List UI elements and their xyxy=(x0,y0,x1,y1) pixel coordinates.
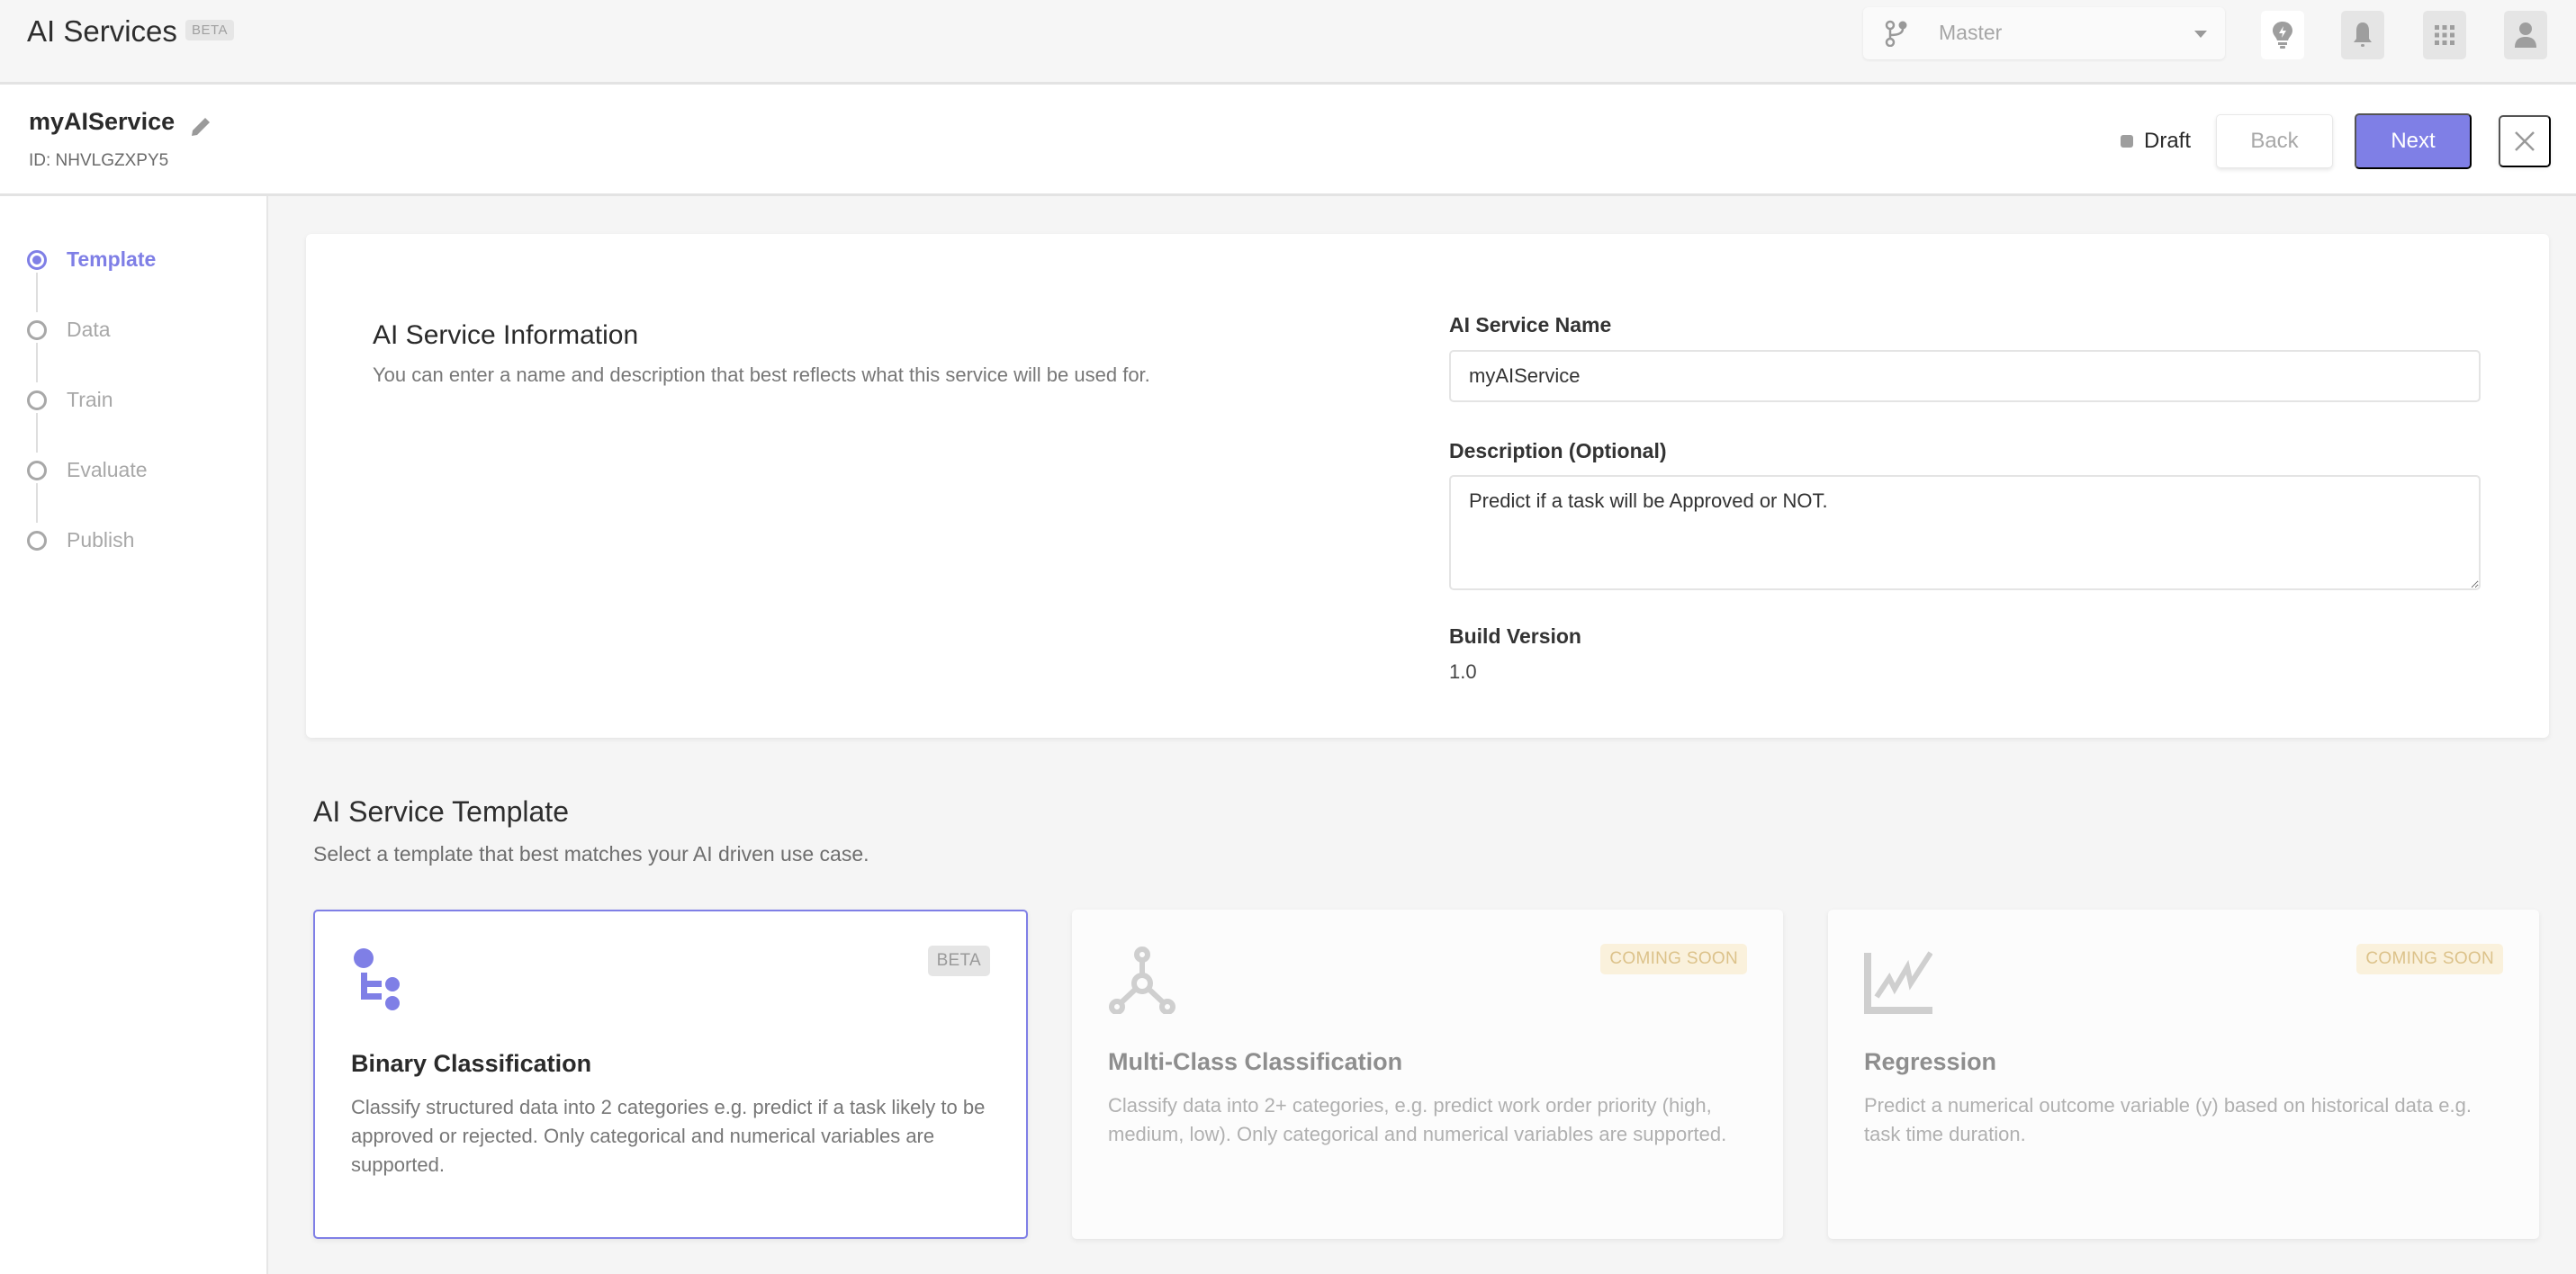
beta-badge: BETA xyxy=(185,20,235,40)
service-header: myAIService ID: NHVLGZXPY5 Draft Back Ne… xyxy=(0,85,2576,196)
section-description: You can enter a name and description tha… xyxy=(373,363,1150,386)
apps-grid-button[interactable] xyxy=(2423,11,2466,59)
lightbulb-icon xyxy=(2273,22,2292,49)
template-description: Predict a numerical outcome variable (y)… xyxy=(1864,1094,2472,1145)
status-label: Draft xyxy=(2144,129,2192,153)
service-info-card: AI Service Information You can enter a n… xyxy=(306,234,2549,738)
template-card-multi-class[interactable]: COMING SOON Multi-Class Classification C… xyxy=(1072,910,1783,1239)
build-version-value: 1.0 xyxy=(1449,660,1477,683)
status-badge: Draft xyxy=(2121,129,2191,154)
template-section-subtitle: Select a template that best matches your… xyxy=(313,842,869,866)
template-section-title: AI Service Template xyxy=(313,795,569,828)
step-label: Evaluate xyxy=(67,458,148,481)
status-dot-icon xyxy=(2121,135,2133,148)
git-branch-icon xyxy=(1885,20,1907,47)
step-data[interactable]: Data xyxy=(27,318,111,342)
apps-grid-icon xyxy=(2435,25,2454,45)
bell-icon xyxy=(2354,22,2372,47)
app-title: AI Services xyxy=(27,14,177,48)
close-icon xyxy=(2515,131,2535,151)
description-field-label: Description (Optional) xyxy=(1449,439,1667,462)
template-description: Classify structured data into 2 categori… xyxy=(351,1096,986,1176)
step-circle-icon xyxy=(27,530,47,551)
name-field-label: AI Service Name xyxy=(1449,313,1612,336)
step-connector xyxy=(36,273,38,312)
coming-soon-badge: COMING SOON xyxy=(1600,944,1747,974)
beta-badge: BETA xyxy=(927,946,990,976)
step-connector xyxy=(36,413,38,453)
step-train[interactable]: Train xyxy=(27,388,113,412)
section-title: AI Service Information xyxy=(373,320,639,350)
step-evaluate[interactable]: Evaluate xyxy=(27,458,148,482)
coming-soon-badge: COMING SOON xyxy=(2356,944,2503,974)
user-profile-button[interactable] xyxy=(2504,11,2547,59)
binary-classification-icon xyxy=(354,948,400,1010)
step-connector xyxy=(36,343,38,382)
service-id: ID: NHVLGZXPY5 xyxy=(29,151,169,170)
close-button[interactable] xyxy=(2499,115,2551,167)
user-icon xyxy=(2515,22,2536,48)
step-label: Template xyxy=(67,247,157,271)
branch-select-value: Master xyxy=(1939,21,2003,44)
template-card-regression[interactable]: COMING SOON Regression Predict a numeric… xyxy=(1828,910,2539,1239)
step-circle-icon xyxy=(27,319,47,340)
template-name: Multi-Class Classification xyxy=(1108,1048,1403,1075)
description-textarea[interactable]: Predict if a task will be Approved or NO… xyxy=(1449,475,2481,590)
top-bar: AI Services BETA Master xyxy=(0,0,2576,85)
multi-class-icon xyxy=(1109,947,1175,1014)
pencil-edit-icon[interactable] xyxy=(189,115,212,139)
step-template[interactable]: Template xyxy=(27,247,156,272)
step-circle-icon xyxy=(27,460,47,480)
template-description: Classify data into 2+ categories, e.g. p… xyxy=(1108,1094,1727,1145)
step-label: Data xyxy=(67,318,111,341)
template-name: Regression xyxy=(1864,1048,1997,1075)
back-button[interactable]: Back xyxy=(2216,114,2333,168)
next-button[interactable]: Next xyxy=(2355,113,2472,169)
chevron-down-icon xyxy=(2194,31,2207,38)
lightbulb-button[interactable] xyxy=(2261,11,2304,59)
step-circle-icon xyxy=(27,390,47,410)
wizard-stepper: Template Data Train Evaluate Publish xyxy=(0,196,268,1274)
regression-chart-icon xyxy=(1864,951,1932,1014)
step-publish[interactable]: Publish xyxy=(27,528,134,552)
template-card-binary-classification[interactable]: BETA Binary Classification Classify stru… xyxy=(313,910,1028,1239)
build-version-label: Build Version xyxy=(1449,624,1581,648)
step-label: Train xyxy=(67,388,113,411)
service-name: myAIService xyxy=(29,108,176,135)
branch-select[interactable]: Master xyxy=(1863,7,2225,59)
template-name: Binary Classification xyxy=(351,1050,592,1077)
notifications-button[interactable] xyxy=(2341,11,2384,59)
step-connector xyxy=(36,483,38,523)
step-label: Publish xyxy=(67,528,135,552)
step-active-icon xyxy=(27,249,47,270)
service-name-input[interactable] xyxy=(1449,350,2481,402)
